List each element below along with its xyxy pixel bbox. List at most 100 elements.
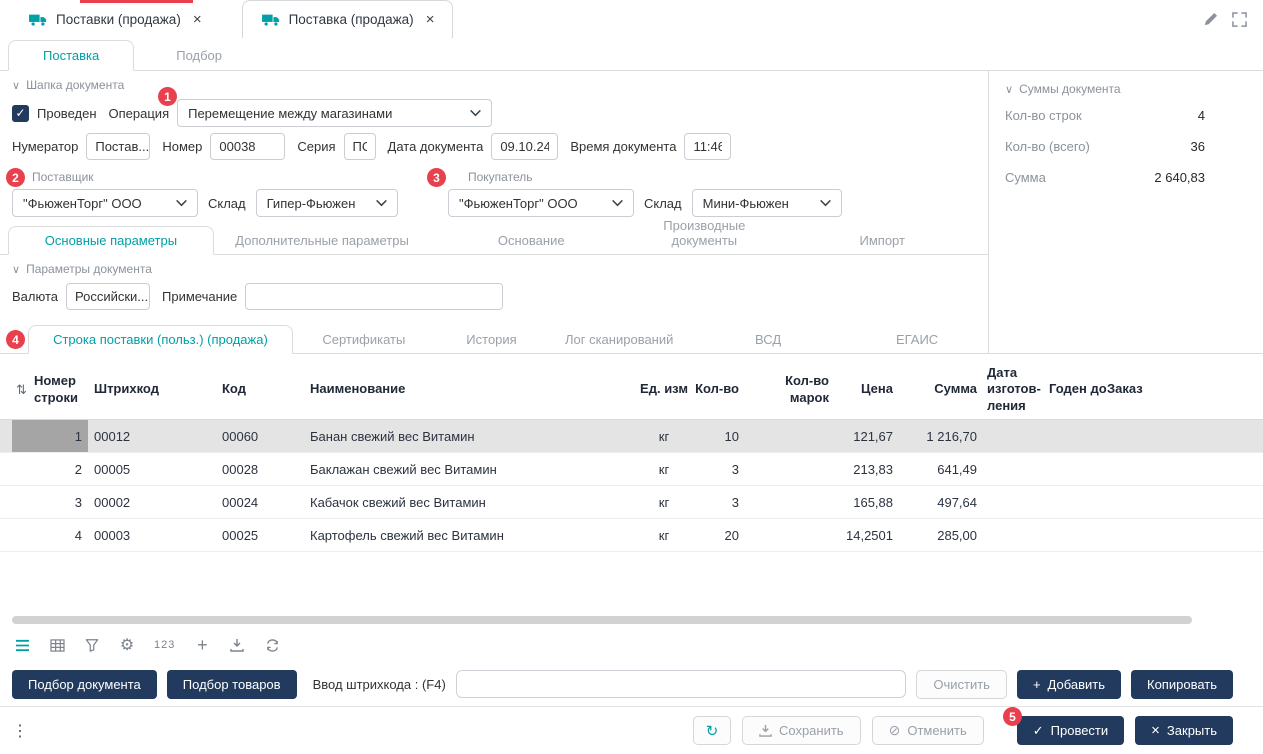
buyer-select[interactable]: "ФьюженТорг" ООО: [448, 189, 634, 217]
section-title: Шапка документа: [26, 78, 124, 92]
save-button[interactable]: Сохранить: [742, 716, 861, 745]
col-header-price[interactable]: Цена: [829, 381, 904, 397]
operation-value: Перемещение между магазинами: [188, 106, 392, 121]
tab-egais[interactable]: ЕГАИС: [846, 326, 988, 353]
section-document-totals[interactable]: ∨ Суммы документа: [989, 75, 1263, 100]
kebab-menu-icon[interactable]: ⋮: [12, 721, 28, 741]
close-button[interactable]: × Закрыть: [1135, 716, 1233, 745]
col-header-unit[interactable]: Ед. изм: [634, 381, 694, 397]
list-view-icon[interactable]: [14, 639, 30, 652]
cell-unit: кг: [634, 453, 694, 485]
numerator-picker[interactable]: Постав...: [86, 133, 150, 160]
cell-marks: [749, 453, 829, 485]
grid-view-icon[interactable]: [49, 639, 65, 652]
cell-code: 00025: [216, 519, 304, 551]
posted-checkbox[interactable]: ✓: [12, 105, 29, 122]
tab-podbor[interactable]: Подбор: [134, 41, 264, 70]
filter-icon[interactable]: [84, 638, 100, 652]
scrollbar-thumb[interactable]: [12, 616, 1192, 624]
cell-code: 00060: [216, 420, 304, 452]
totals-value: 36: [1191, 139, 1205, 154]
tab-history[interactable]: История: [435, 326, 548, 353]
tab-label: Поставки (продажа): [56, 12, 181, 27]
tab-derived-documents[interactable]: Производные документы: [632, 212, 776, 254]
supply-rows-table: ⇅ Номер строки Штрихкод Код Наименование…: [0, 354, 1263, 612]
col-header-barcode[interactable]: Штрихкод: [88, 381, 216, 397]
cell-mfg: [987, 453, 1049, 485]
totals-value: 2 640,83: [1154, 170, 1205, 185]
table-row[interactable]: 40000300025Картофель свежий вес Витаминк…: [0, 519, 1263, 552]
col-header-marks[interactable]: Кол-во марок: [749, 373, 829, 406]
gear-icon[interactable]: ⚙: [119, 635, 135, 655]
add-label: Добавить: [1048, 677, 1105, 692]
tab-basis[interactable]: Основание: [430, 227, 632, 254]
pick-document-button[interactable]: Подбор документа: [12, 670, 157, 699]
post-button[interactable]: ✓ Провести: [1017, 716, 1124, 745]
operation-select[interactable]: Перемещение между магазинами: [177, 99, 492, 127]
tab-supply-document[interactable]: Поставка (продажа) ×: [242, 0, 454, 38]
col-header-mfg-date[interactable]: Дата изготов­-ления: [987, 365, 1049, 414]
col-header-qty[interactable]: Кол-во: [694, 381, 749, 397]
close-icon[interactable]: ×: [426, 12, 435, 27]
tab-scan-log[interactable]: Лог сканирований: [548, 326, 690, 353]
tab-main-parameters[interactable]: Основные параметры: [8, 226, 214, 255]
supplier-select[interactable]: "ФьюженТорг" ООО: [12, 189, 198, 217]
table-row[interactable]: 30000200024Кабачок свежий вес Витаминкг3…: [0, 486, 1263, 519]
numerator-value: Постав...: [95, 139, 149, 154]
cell-barcode: 00005: [88, 453, 216, 485]
cell-sum: 1 216,70: [904, 420, 987, 452]
cell-name: Банан свежий вес Витамин: [304, 420, 634, 452]
pick-goods-button[interactable]: Подбор товаров: [167, 670, 297, 699]
repeat-icon[interactable]: [264, 639, 280, 652]
close-icon[interactable]: ×: [193, 12, 202, 27]
section-document-parameters[interactable]: ∨ Параметры документа: [0, 255, 988, 280]
doc-date-input[interactable]: [491, 133, 558, 160]
tab-supplies-list[interactable]: Поставки (продажа) ×: [16, 0, 214, 38]
series-input[interactable]: [344, 133, 376, 160]
clear-button[interactable]: Очистить: [916, 670, 1007, 699]
col-header-code[interactable]: Код: [216, 381, 304, 397]
numbering-icon[interactable]: 123: [154, 639, 175, 651]
cell-marks: [749, 519, 829, 551]
tab-certificates[interactable]: Сертификаты: [293, 326, 435, 353]
buyer-label: Покупатель: [448, 165, 842, 189]
cell-name: Кабачок свежий вес Витамин: [304, 486, 634, 518]
supplier-warehouse-select[interactable]: Гипер-Фьюжен: [256, 189, 398, 217]
section-document-header[interactable]: ∨ Шапка документа: [0, 71, 988, 96]
number-input[interactable]: [210, 133, 285, 160]
cell-num: 4: [12, 519, 88, 551]
edit-pencil-icon[interactable]: [1203, 12, 1218, 27]
cell-qty: 3: [694, 486, 749, 518]
tab-postavka[interactable]: Поставка: [8, 40, 134, 71]
cancel-button[interactable]: ⊘ Отменить: [872, 716, 984, 745]
col-header-order[interactable]: Заказ: [1107, 381, 1152, 397]
refresh-button[interactable]: ↻: [693, 716, 731, 745]
add-row-icon[interactable]: +: [194, 635, 210, 656]
copy-button[interactable]: Копировать: [1131, 670, 1233, 699]
currency-picker[interactable]: Российски...: [66, 283, 150, 310]
cell-qty: 10: [694, 420, 749, 452]
tab-additional-parameters[interactable]: Дополнительные параметры: [214, 227, 430, 254]
chevron-down-icon: [470, 110, 481, 117]
tab-import[interactable]: Импорт: [776, 227, 988, 254]
horizontal-scrollbar[interactable]: [0, 612, 1263, 628]
step-badge-1: 1: [158, 87, 177, 106]
export-download-icon[interactable]: [229, 638, 245, 652]
note-input[interactable]: [245, 283, 503, 310]
sort-icon[interactable]: ⇅: [16, 382, 27, 398]
tab-vsd[interactable]: ВСД: [690, 326, 846, 353]
fullscreen-icon[interactable]: [1232, 12, 1247, 27]
add-button[interactable]: + Добавить: [1017, 670, 1121, 699]
cell-order: [1107, 420, 1152, 452]
cell-mfg: [987, 519, 1049, 551]
table-row[interactable]: 10001200060Банан свежий вес Витаминкг101…: [0, 420, 1263, 453]
table-row[interactable]: 20000500028Баклажан свежий вес Витаминкг…: [0, 453, 1263, 486]
cell-num: 2: [12, 453, 88, 485]
tab-supply-rows[interactable]: Строка поставки (польз.) (продажа): [28, 325, 293, 354]
barcode-input[interactable]: [456, 670, 907, 698]
col-header-expiry[interactable]: Годен до: [1049, 381, 1107, 397]
col-header-name[interactable]: Наименование: [304, 381, 634, 397]
truck-icon: [28, 13, 48, 26]
doc-time-input[interactable]: [684, 133, 731, 160]
col-header-sum[interactable]: Сумма: [904, 381, 987, 397]
